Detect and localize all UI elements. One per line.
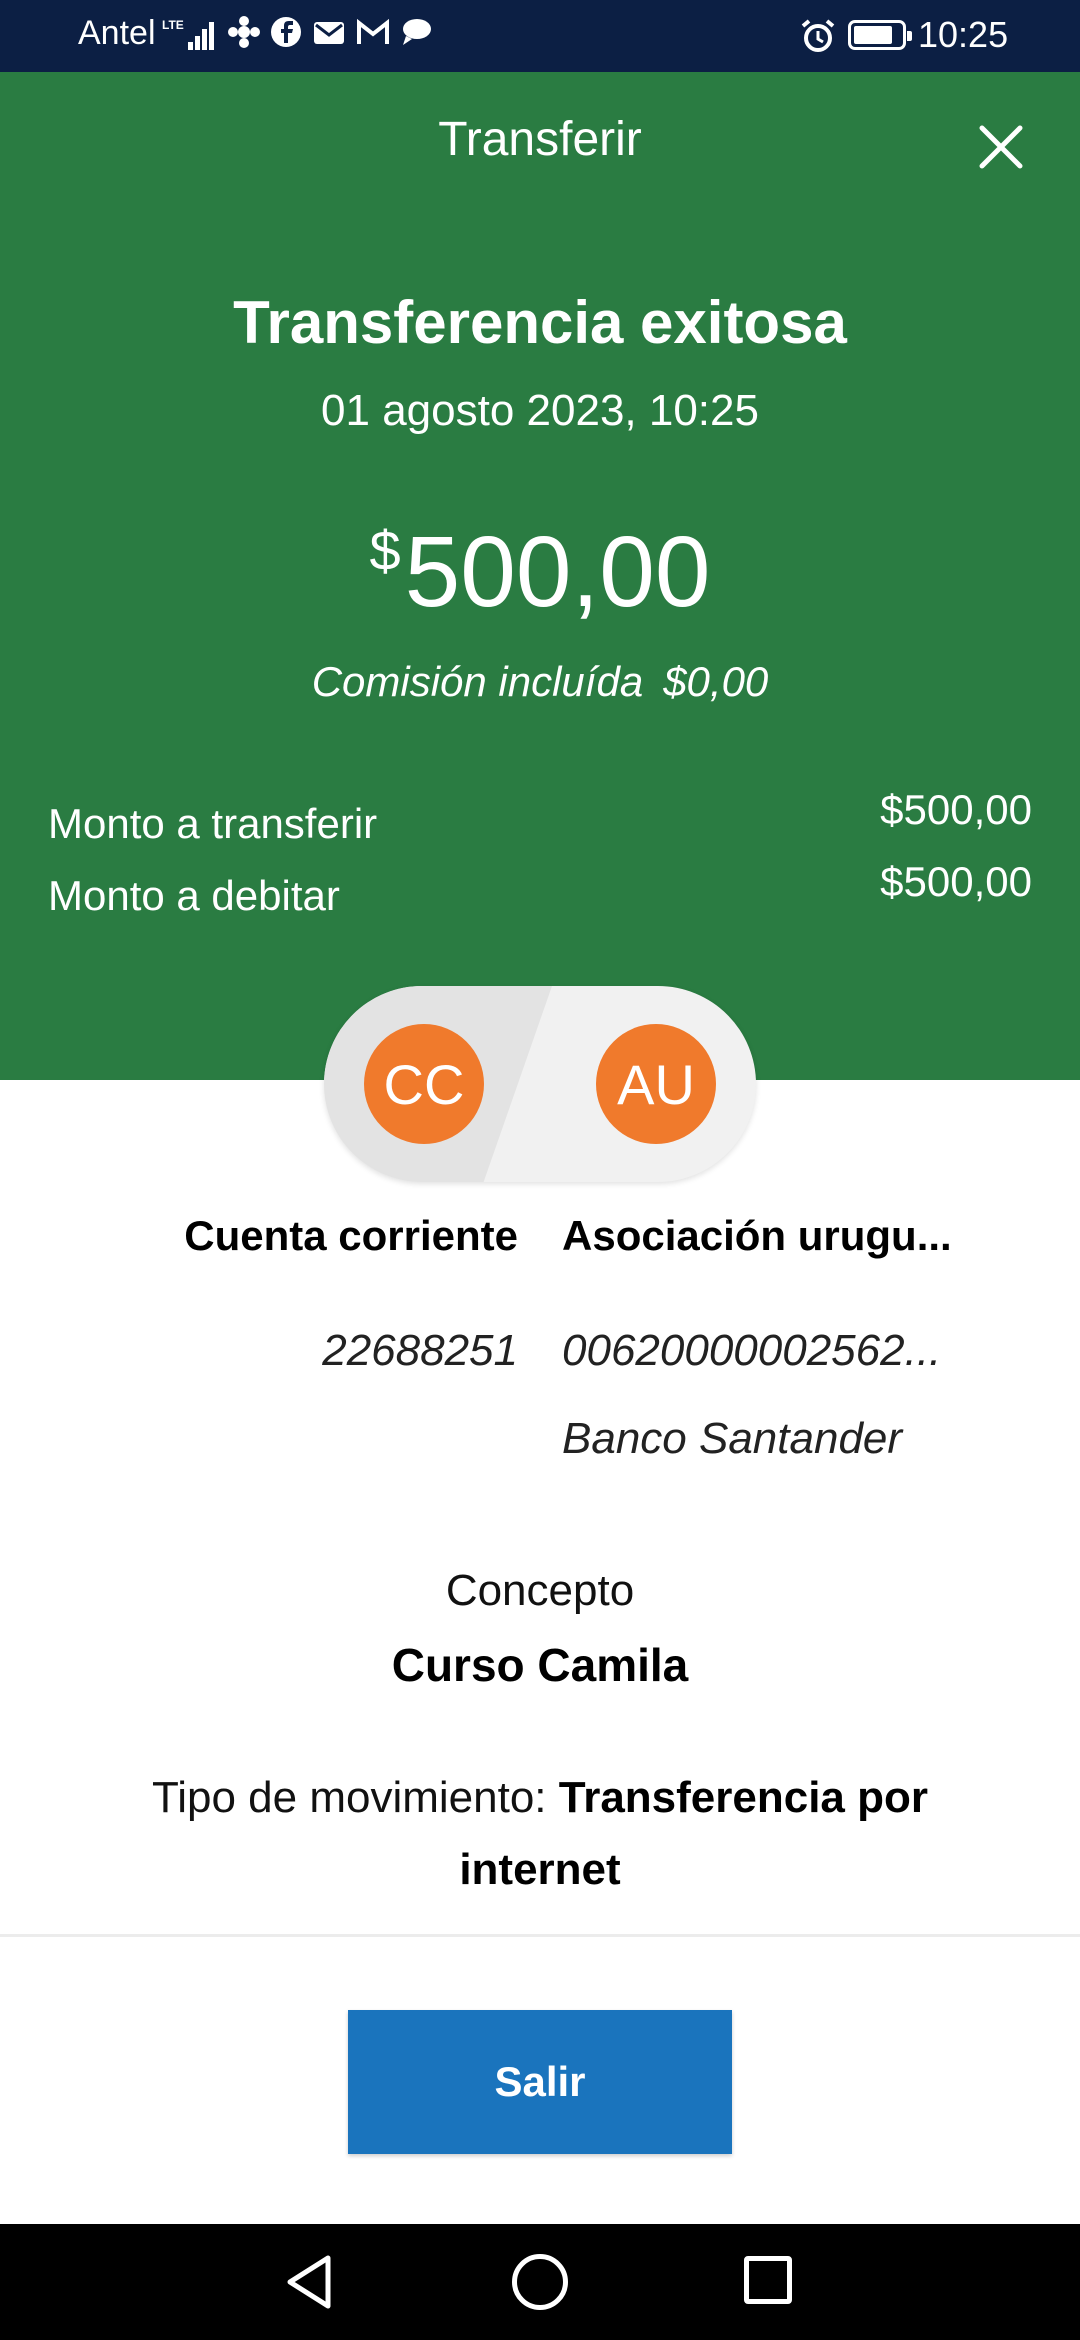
svg-text:LTE: LTE — [162, 18, 184, 32]
signal-icon: LTE — [162, 18, 214, 50]
mail-icon — [314, 22, 344, 44]
movement-type: Tipo de movimiento: Transferencia por in… — [120, 1762, 960, 1906]
summary-label-debit: Monto a debitar — [48, 872, 340, 919]
from-account-name: Cuenta corriente — [184, 1212, 518, 1259]
amount-value: 500,00 — [404, 516, 711, 628]
success-title: Transferencia exitosa — [233, 289, 847, 356]
recents-icon[interactable] — [744, 2256, 792, 2304]
summary-value-debit: $500,00 — [880, 858, 1032, 905]
to-account-name: Asociación urugu... — [562, 1212, 952, 1259]
gmail-icon — [357, 18, 389, 44]
summary-value-transfer: $500,00 — [880, 786, 1032, 833]
transfer-datetime: 01 agosto 2023, 10:25 — [321, 386, 759, 435]
close-icon[interactable] — [972, 118, 1030, 176]
transfer-summary-header: Transferir Transferencia exitosa 01 agos… — [0, 72, 1080, 1080]
home-icon[interactable] — [512, 2254, 568, 2310]
footer-divider — [0, 1934, 1080, 1937]
concept-label: Concepto — [445, 1566, 635, 1615]
alarm-icon — [801, 19, 835, 52]
commission-line: Comisión incluída $0,00 — [0, 658, 1080, 706]
transfer-amount: $500,00 — [0, 522, 1080, 622]
notification-icons — [228, 16, 432, 48]
currency-symbol: $ — [369, 519, 401, 582]
movement-type-label: Tipo de movimiento: — [151, 1773, 547, 1822]
status-time: 10:25 — [918, 14, 1009, 55]
back-icon[interactable] — [282, 2252, 338, 2312]
carrier-name: Antel — [78, 14, 156, 52]
status-bar: Antel LTE 10:25 — [0, 0, 1080, 72]
battery-icon — [848, 20, 912, 50]
summary-label-transfer: Monto a transferir — [48, 800, 378, 847]
from-account-avatar: CC — [364, 1024, 484, 1144]
from-account-number: 22688251 — [322, 1326, 518, 1375]
concept-value: Curso Camila — [391, 1639, 689, 1691]
app-notification-icon — [228, 16, 260, 48]
to-account-bank: Banco Santander — [562, 1414, 903, 1463]
system-nav-bar — [0, 2224, 1080, 2340]
accounts-pill: CC AU — [324, 986, 756, 1182]
to-account-avatar: AU — [596, 1024, 716, 1144]
commission-label: Comisión incluída — [311, 658, 644, 705]
page-title: Transferir — [438, 113, 642, 166]
to-account-number: 00620000002562... — [562, 1326, 942, 1375]
exit-button[interactable]: Salir — [348, 2010, 732, 2154]
facebook-icon — [271, 17, 301, 47]
message-icon — [403, 19, 431, 45]
commission-value: $0,00 — [663, 658, 769, 705]
